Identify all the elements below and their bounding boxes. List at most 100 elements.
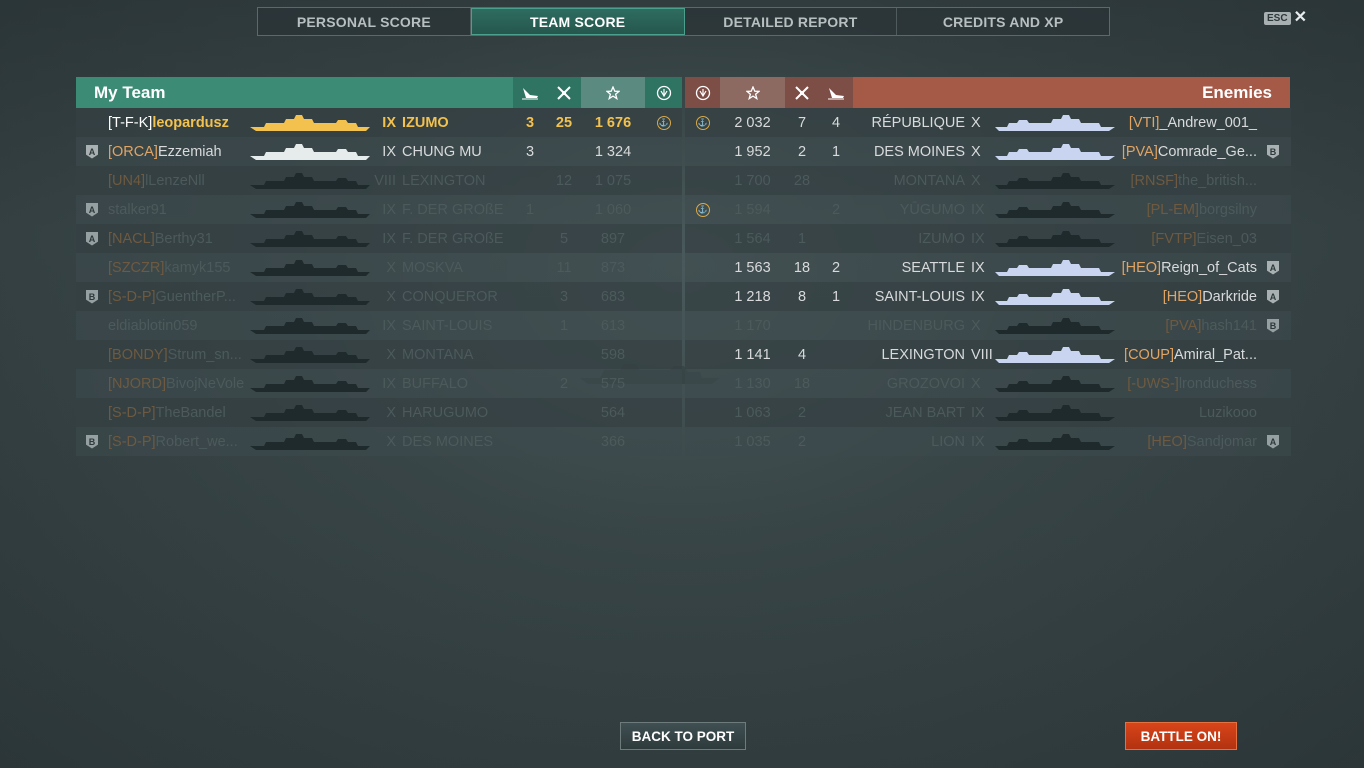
division-cell: A (1259, 260, 1287, 275)
player-row[interactable]: Astalker91 IX F. DER GROßE 1 1 060 (76, 195, 682, 224)
player-row[interactable]: [S-D-P]TheBandel X HARUGUMO 564 (76, 398, 682, 427)
player-name: leopardusz (152, 114, 229, 131)
clan-tag: [PL-EM] (1146, 201, 1199, 218)
player-name-cell: [PL-EM]borgsilny (1119, 202, 1259, 218)
ship-image-cell (244, 432, 374, 452)
back-to-port-button[interactable]: BACK TO PORT (620, 722, 746, 750)
ship-silhouette-icon (995, 114, 1115, 131)
player-name-cell: [-UWS-]lronduchess (1119, 376, 1259, 392)
star-icon (581, 77, 645, 108)
ship-tier: VIII (971, 346, 993, 363)
ships-sunk-value: 1 (831, 143, 841, 160)
player-row[interactable]: B [S-D-P]GuentherP... X CONQUEROR 3 683 (76, 282, 682, 311)
ship-name: LION (931, 433, 965, 450)
ship-image-cell (244, 142, 374, 162)
esc-key-label: ESC (1264, 11, 1291, 25)
clan-tag: [HEO] (1147, 433, 1187, 450)
player-name-cell: [HEO]Reign_of_Cats (1119, 260, 1259, 276)
base-xp-value: 1 063 (734, 404, 771, 421)
player-row[interactable]: 1 700 28 MONTANA X [RNSF]the_british... (685, 166, 1291, 195)
player-row[interactable]: B [S-D-P]Robert_we... X DES MOINES 366 (76, 427, 682, 456)
ship-name: HARUGUMO (402, 404, 489, 421)
star-icon (720, 77, 785, 108)
clan-tag: [S-D-P] (108, 404, 156, 421)
player-row[interactable]: A [NACL]Berthy31 IX F. DER GROßE 5 897 (76, 224, 682, 253)
player-row[interactable]: 1 218 8 1 SAINT-LOUIS IX [HEO]Darkride A (685, 282, 1291, 311)
ship-tier: IX (382, 375, 396, 392)
player-row[interactable]: [BONDY]Strum_sn... X MONTANA 598 (76, 340, 682, 369)
enemies-panel: Enemies ⚓ 2 032 7 4 RÉPUBLIQUE X [VTI]_Andrew_… (685, 77, 1291, 456)
achievement-cell: ⚓ (645, 115, 682, 130)
division-badge-icon: B (1267, 318, 1279, 333)
player-row[interactable]: ⚓ 2 032 7 4 RÉPUBLIQUE X [VTI]_Andrew_001_ (685, 108, 1291, 137)
player-row[interactable]: eldiablotin059 IX SAINT-LOUIS 1 613 (76, 311, 682, 340)
player-row[interactable]: A [ORCA]Ezzemiah IX CHUNG MU 3 1 324 (76, 137, 682, 166)
ship-tier: IX (971, 201, 985, 218)
ship-name: IZUMO (402, 114, 449, 131)
player-name-cell: [S-D-P]TheBandel (108, 405, 244, 421)
player-row[interactable]: 1 035 2 LION IX [HEO]Sandjomar A (685, 427, 1291, 456)
ship-silhouette-icon (250, 433, 370, 450)
achievement-medal-icon: ⚓ (695, 202, 710, 217)
base-xp-value: 1 564 (734, 230, 771, 247)
ship-silhouette-icon (995, 230, 1115, 247)
ship-image-cell (995, 432, 1119, 452)
player-name: hash141 (1201, 317, 1257, 334)
planes-destroyed-value: 12 (555, 172, 573, 189)
battle-on-button[interactable]: BATTLE ON! (1125, 722, 1237, 750)
player-row[interactable]: 1 563 18 2 SEATTLE IX [HEO]Reign_of_Cats A (685, 253, 1291, 282)
player-row[interactable]: [UN4]lLenzeNll VIII LEXINGTON 12 1 075 (76, 166, 682, 195)
ship-tier: X (386, 259, 396, 276)
player-name-cell: eldiablotin059 (108, 318, 244, 334)
ship-image-cell (244, 345, 374, 365)
achievement-cell: ⚓ (685, 202, 720, 217)
player-row[interactable]: 1 130 18 GROZOVOI X [-UWS-]lronduchess (685, 369, 1291, 398)
ship-image-cell (244, 113, 374, 133)
base-xp-value: 1 035 (734, 433, 771, 450)
my-team-rows: [T-F-K]leopardusz IX IZUMO 3 25 1 676 ⚓ A [ORCA]… (76, 108, 682, 456)
tab-credits-and-xp[interactable]: CREDITS AND XP (897, 8, 1109, 35)
ship-silhouette-icon (250, 288, 370, 305)
player-name-cell: [HEO]Darkride (1119, 289, 1259, 305)
clan-tag: [FVTP] (1151, 230, 1197, 247)
ship-tier: IX (971, 433, 985, 450)
player-row[interactable]: 1 063 2 JEAN BART IX Luzikooo (685, 398, 1291, 427)
clan-tag: [S-D-P] (108, 288, 156, 305)
base-xp-value: 2 032 (734, 114, 771, 131)
ship-name: SEATTLE (901, 259, 965, 276)
player-row[interactable]: [SZCZR]kamyk155 X MOSKVA 11 873 (76, 253, 682, 282)
player-row[interactable]: 1 170 HINDENBURG X [PVA]hash141 B (685, 311, 1291, 340)
base-xp-value: 683 (600, 288, 626, 305)
ship-tier: X (386, 404, 396, 421)
base-xp-value: 366 (600, 433, 626, 450)
division-badge-icon: A (1267, 260, 1279, 275)
player-name: Sandjomar (1186, 433, 1257, 450)
player-row[interactable]: 1 952 2 1 DES MOINES X [PVA]Comrade_Ge... B (685, 137, 1291, 166)
ship-image-cell (244, 229, 374, 249)
player-name-cell: [BONDY]Strum_sn... (108, 347, 244, 363)
ship-silhouette-icon (250, 375, 370, 392)
planes-destroyed-value: 4 (797, 346, 807, 363)
player-row[interactable]: [NJORD]BivojNeVole IX BUFFALO 2 575 (76, 369, 682, 398)
ship-silhouette-icon (995, 346, 1115, 363)
ship-tier: IX (971, 288, 985, 305)
ship-name: MONTANA (893, 172, 965, 189)
ship-image-cell (995, 171, 1119, 191)
division-cell: A (1259, 434, 1287, 449)
ship-image-cell (995, 258, 1119, 278)
ship-image-cell (995, 287, 1119, 307)
player-row[interactable]: 1 141 4 LEXINGTON VIII [COUP]Amiral_Pat... (685, 340, 1291, 369)
tab-personal-score[interactable]: PERSONAL SCORE (258, 8, 471, 35)
player-row[interactable]: ⚓ 1 594 2 YŪGUMO IX [PL-EM]borgsilny (685, 195, 1291, 224)
ship-name: IZUMO (918, 230, 965, 247)
player-name-cell: [RNSF]the_british... (1119, 173, 1259, 189)
player-row[interactable]: 1 564 1 IZUMO IX [FVTP]Eisen_03 (685, 224, 1291, 253)
close-button[interactable]: ESC ✕ (1264, 9, 1307, 26)
player-row[interactable]: [T-F-K]leopardusz IX IZUMO 3 25 1 676 ⚓ (76, 108, 682, 137)
ship-tier: IX (382, 143, 396, 160)
planes-destroyed-value: 2 (797, 143, 807, 160)
tab-team-score[interactable]: TEAM SCORE (470, 8, 685, 35)
tab-detailed-report[interactable]: DETAILED REPORT (685, 8, 898, 35)
player-name: stalker91 (108, 201, 167, 218)
close-icon: ✕ (1293, 9, 1307, 26)
